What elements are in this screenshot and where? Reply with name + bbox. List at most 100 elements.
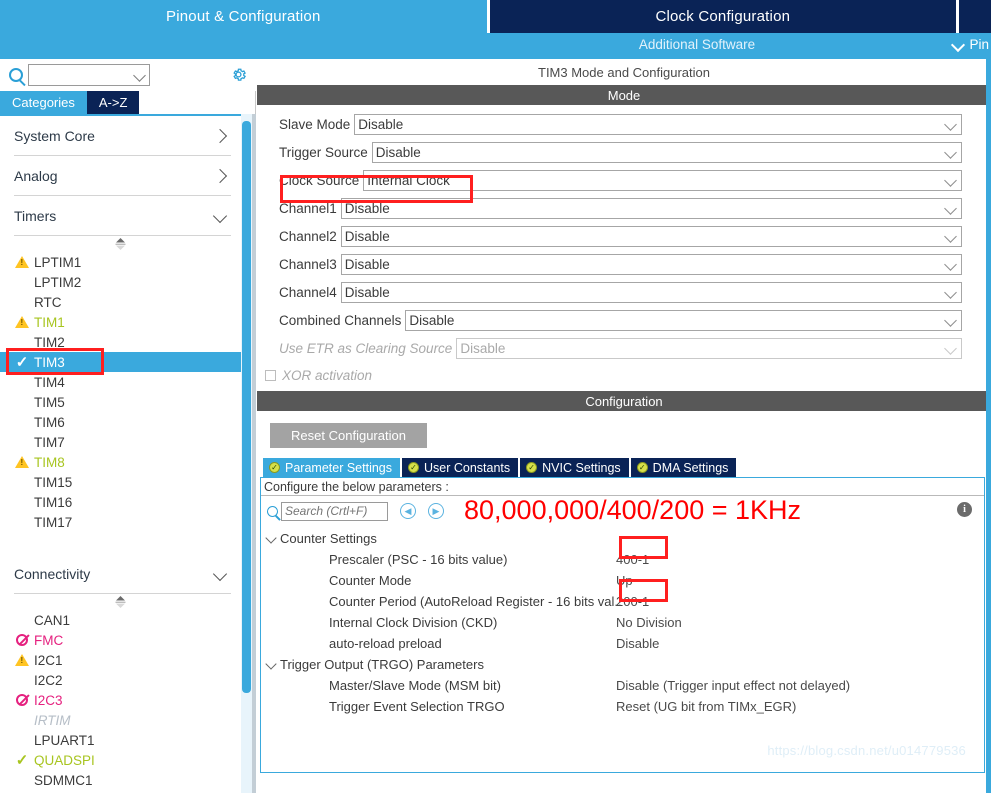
param-row[interactable]: auto-reload preload Disable (261, 633, 984, 654)
sidebar-item-label: TIM6 (34, 414, 65, 430)
info-icon[interactable]: i (957, 502, 972, 517)
mode-field-select[interactable]: Disable (405, 310, 962, 331)
param-group-header[interactable]: Counter Settings (261, 528, 984, 549)
param-name: Prescaler (PSC - 16 bits value) (329, 552, 508, 567)
sidebar-item-tim2[interactable]: TIM2 (0, 332, 241, 352)
tab-dma-settings[interactable]: ✓ DMA Settings (630, 458, 737, 477)
status-ok-icon: ✓ (526, 462, 538, 473)
param-row[interactable]: Counter Period (AutoReload Register - 16… (261, 591, 984, 612)
item-icon: ✓ (14, 753, 30, 768)
sidebar-item-i2c1[interactable]: I2C1 (0, 650, 241, 670)
chevron-down-icon[interactable] (133, 69, 146, 82)
sidebar-item-label: TIM17 (34, 514, 73, 530)
chevron-down-icon (944, 258, 957, 271)
item-icon (14, 275, 30, 289)
sidebar-group-system-core[interactable]: System Core (14, 116, 231, 156)
sidebar-item-irtim[interactable]: IRTIM (0, 710, 241, 730)
sidebar-scrollbar-thumb[interactable] (242, 121, 251, 693)
gear-icon[interactable] (230, 66, 247, 83)
param-row[interactable]: Master/Slave Mode (MSM bit) Disable (Trig… (261, 675, 984, 696)
param-row[interactable]: Trigger Event Selection TRGO Reset (UG bi… (261, 696, 984, 717)
search-input[interactable] (29, 66, 129, 84)
search-icon (9, 68, 23, 82)
param-row[interactable]: Internal Clock Division (CKD) No Division (261, 612, 984, 633)
search-combo[interactable] (28, 64, 150, 86)
mode-field-select[interactable]: Disable (340, 282, 962, 303)
sidebar-item-lptim1[interactable]: LPTIM1 (0, 252, 241, 272)
mode-field-select[interactable]: Disable (371, 142, 962, 163)
mode-field-label: Clock Source (279, 173, 360, 188)
parameter-table: Counter Settings Prescaler (PSC - 16 bits… (261, 526, 984, 717)
param-row[interactable]: Counter Mode Up (261, 570, 984, 591)
parameter-search-row: ◀ ▶ 80,000,000/400/200 = 1KHz i (261, 495, 984, 526)
param-row[interactable]: Prescaler (PSC - 16 bits value) 400-1 (261, 549, 984, 570)
xor-activation-checkbox[interactable] (265, 369, 276, 381)
sidebar-item-can1[interactable]: CAN1 (0, 610, 241, 630)
connectivity-list: CAN1 FMC I2C1 I2C2 I2C3 IRTIM LPUART1 ✓ QUADSPI S… (0, 610, 241, 793)
pinout-dropdown[interactable]: Pin (953, 37, 989, 52)
sidebar-item-tim6[interactable]: TIM6 (0, 412, 241, 432)
sidebar-group-timers[interactable]: Timers (14, 196, 231, 236)
mode-field-select[interactable]: Disable (340, 226, 962, 247)
mode-field-select[interactable]: Disable (354, 114, 962, 135)
sidebar-item-tim17[interactable]: TIM17 (0, 512, 241, 532)
additional-software-label[interactable]: Additional Software (639, 37, 755, 52)
connectivity-scroll-spinner[interactable] (0, 594, 241, 610)
sidebar-item-tim4[interactable]: TIM4 (0, 372, 241, 392)
sidebar-item-rtc[interactable]: RTC (0, 292, 241, 312)
item-icon (14, 633, 30, 647)
mode-field-label: Trigger Source (279, 145, 368, 160)
mode-row-channel4: Channel4 Disable (279, 279, 962, 306)
status-ok-icon: ✓ (408, 462, 419, 473)
watermark: https://blog.csdn.net/u014779536 (767, 743, 966, 758)
subtab-categories[interactable]: Categories (0, 91, 87, 114)
reset-configuration-button[interactable]: Reset Configuration (270, 423, 427, 448)
sidebar-item-tim3[interactable]: ✓ TIM3 (0, 352, 241, 372)
sidebar-item-tim15[interactable]: TIM15 (0, 472, 241, 492)
tab-user-constants[interactable]: ✓ User Constants (402, 458, 519, 477)
tab-clock-configuration[interactable]: Clock Configuration (489, 0, 957, 33)
tab-overflow[interactable] (959, 0, 991, 33)
sidebar-item-i2c2[interactable]: I2C2 (0, 670, 241, 690)
sidebar-group-analog[interactable]: Analog (14, 156, 231, 196)
timers-scroll-spinner[interactable] (0, 236, 241, 252)
subtab-a-to-z[interactable]: A->Z (86, 91, 140, 114)
param-value: 200-1 (616, 594, 650, 609)
param-value: Disable (616, 636, 660, 651)
cubemx-window: Pinout & Configuration Clock Configurati… (0, 0, 991, 793)
param-value: Reset (UG bit from TIMx_EGR) (616, 699, 797, 714)
sidebar-item-tim16[interactable]: TIM16 (0, 492, 241, 512)
parameter-settings-panel: Configure the below parameters : ◀ ▶ 80,… (260, 477, 985, 773)
sidebar-item-sdmmc1[interactable]: SDMMC1 (0, 770, 241, 790)
tab-nvic-settings[interactable]: ✓ NVIC Settings (520, 458, 629, 477)
xor-activation-row[interactable]: XOR activation (257, 364, 991, 386)
collapse-all-button[interactable]: ◀ (400, 503, 416, 519)
sidebar-group-system-core-label: System Core (14, 127, 95, 144)
mode-field-select[interactable]: Disable (340, 254, 962, 275)
item-icon (14, 773, 30, 787)
sidebar-item-quadspi[interactable]: ✓ QUADSPI (0, 750, 241, 770)
sidebar-item-tim8[interactable]: TIM8 (0, 452, 241, 472)
sidebar-item-fmc[interactable]: FMC (0, 630, 241, 650)
chevron-down-icon (944, 202, 957, 215)
mode-field-select[interactable]: Internal Clock (363, 170, 962, 191)
sidebar-item-label: TIM16 (34, 494, 73, 510)
tab-parameter-settings[interactable]: ✓ Parameter Settings (263, 458, 400, 477)
param-group-header[interactable]: Trigger Output (TRGO) Parameters (261, 654, 984, 675)
sidebar-group-connectivity[interactable]: Connectivity (14, 554, 231, 594)
mode-field-select[interactable]: Disable (340, 198, 962, 219)
tab-pinout-configuration[interactable]: Pinout & Configuration (0, 0, 487, 33)
parameter-search-input[interactable] (281, 501, 388, 521)
sidebar-item-i2c3[interactable]: I2C3 (0, 690, 241, 710)
sidebar-outer-scrollbar[interactable] (252, 114, 256, 793)
sidebar-item-tim5[interactable]: TIM5 (0, 392, 241, 412)
mode-row-channel2: Channel2 Disable (279, 223, 962, 250)
expand-all-button[interactable]: ▶ (428, 503, 444, 519)
sidebar-item-tim1[interactable]: TIM1 (0, 312, 241, 332)
mode-field-label: Slave Mode (279, 117, 351, 132)
sidebar-item-lptim2[interactable]: LPTIM2 (0, 272, 241, 292)
warning-icon (15, 456, 29, 468)
sidebar-item-lpuart1[interactable]: LPUART1 (0, 730, 241, 750)
sidebar-item-tim7[interactable]: TIM7 (0, 432, 241, 452)
main-scrollbar[interactable] (986, 59, 991, 793)
